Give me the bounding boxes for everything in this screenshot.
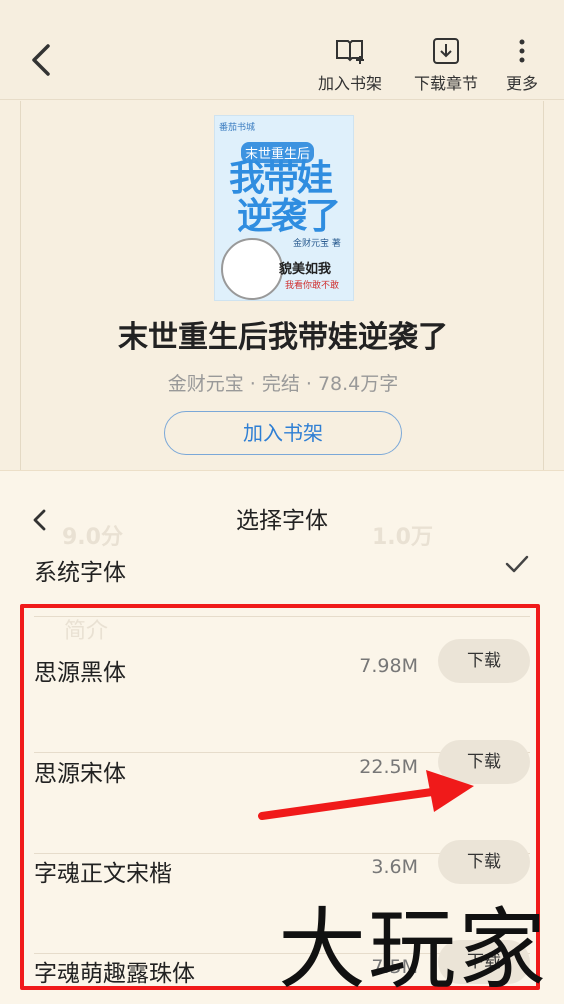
cover-author: 金财元宝 著 <box>293 239 341 249</box>
watermark: 大玩家 <box>278 898 549 1001</box>
add-to-shelf-action[interactable]: 加入书架 <box>318 36 382 94</box>
book-add-icon <box>336 40 364 64</box>
top-bar: 加入书架 下载章节 更多 <box>0 0 564 100</box>
book-title: 末世重生后我带娃逆袭了 <box>118 320 448 355</box>
cover-slogan-sub: 我看你敢不敢 <box>285 281 340 291</box>
font-name: 系统字体 <box>34 560 126 586</box>
cover-character-illustration <box>221 238 283 300</box>
back-button[interactable] <box>22 40 62 80</box>
more-vertical-icon <box>519 39 525 63</box>
book-cover[interactable]: 番茄书城 末世重生后 我带娃 逆袭了 金财元宝 著 貌美如我 我看你敢不敢 <box>214 115 354 301</box>
cover-title-line1: 我带娃 <box>229 158 333 199</box>
more-action[interactable]: 更多 <box>506 36 538 94</box>
panel-title: 选择字体 <box>236 508 328 534</box>
book-header: 番茄书城 末世重生后 我带娃 逆袭了 金财元宝 著 貌美如我 我看你敢不敢 末世… <box>20 101 544 471</box>
cover-title-line2: 逆袭了 <box>237 196 341 237</box>
download-chapters-action[interactable]: 下载章节 <box>414 36 478 94</box>
chevron-left-icon <box>32 44 50 76</box>
add-to-shelf-label: 加入书架 <box>318 74 383 93</box>
cover-publisher: 番茄书城 <box>219 123 256 133</box>
cover-slogan: 貌美如我 <box>279 262 332 277</box>
add-to-shelf-button[interactable]: 加入书架 <box>164 411 402 455</box>
download-chapters-label: 下载章节 <box>414 74 479 93</box>
book-meta: 金财元宝 · 完结 · 78.4万字 <box>167 373 399 395</box>
check-icon <box>505 555 529 573</box>
more-label: 更多 <box>506 74 539 93</box>
download-icon <box>433 38 459 64</box>
